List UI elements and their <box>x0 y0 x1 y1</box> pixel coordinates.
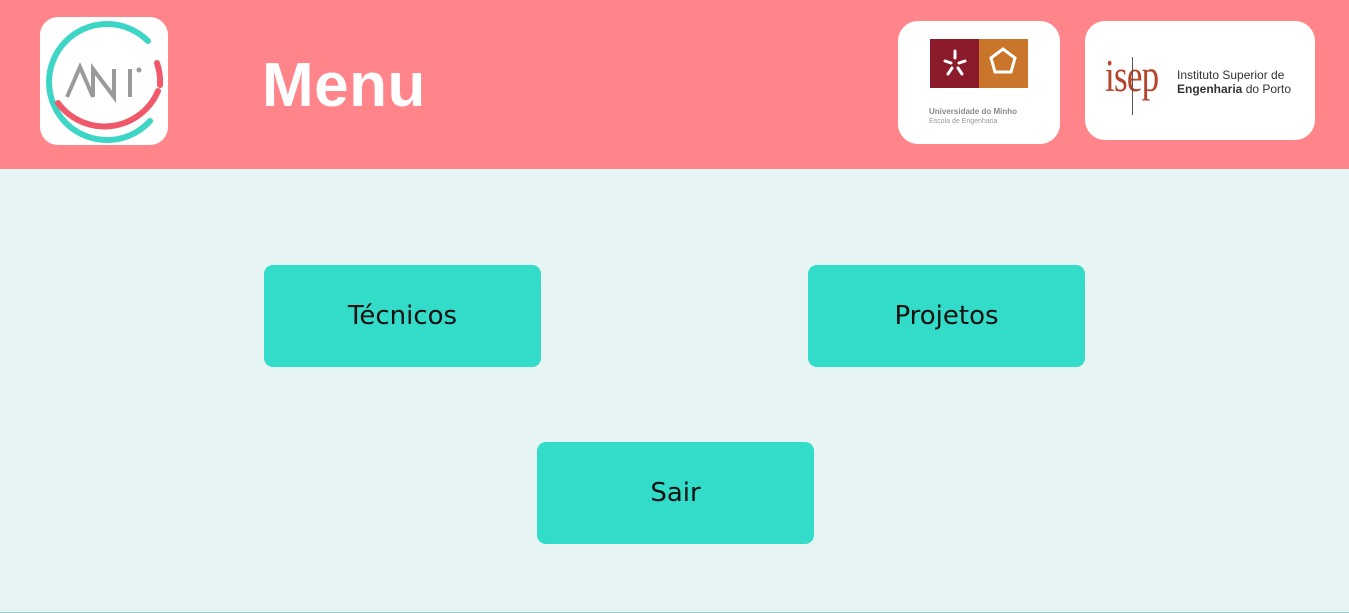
uminho-school: Escola de Engenharia <box>929 118 998 125</box>
menu-area <box>0 169 1349 613</box>
isep-name-bold: Engenharia <box>1177 82 1243 96</box>
isep-divider <box>1132 57 1133 115</box>
isep-name-line2: Engenharia do Porto <box>1177 82 1291 96</box>
isep-name-rest: do Porto <box>1242 82 1292 96</box>
isep-name-line1: Instituto Superior de <box>1177 68 1285 82</box>
isep-logo: isep Instituto Superior de Engenharia do… <box>1085 21 1315 140</box>
ani-logo <box>40 17 168 145</box>
sair-button[interactable]: Sair <box>537 442 814 544</box>
uminho-logo-icon <box>930 39 1028 88</box>
page-title: Menu <box>262 51 426 120</box>
projetos-button[interactable]: Projetos <box>808 265 1085 367</box>
ani-logo-icon <box>46 21 164 144</box>
tecnicos-button[interactable]: Técnicos <box>264 265 541 367</box>
uminho-logo: Universidade do Minho Escola de Engenhar… <box>898 21 1060 144</box>
header-bar: Menu Universidade do Minho Escola de Eng… <box>0 0 1349 169</box>
uminho-name: Universidade do Minho <box>929 107 1018 116</box>
